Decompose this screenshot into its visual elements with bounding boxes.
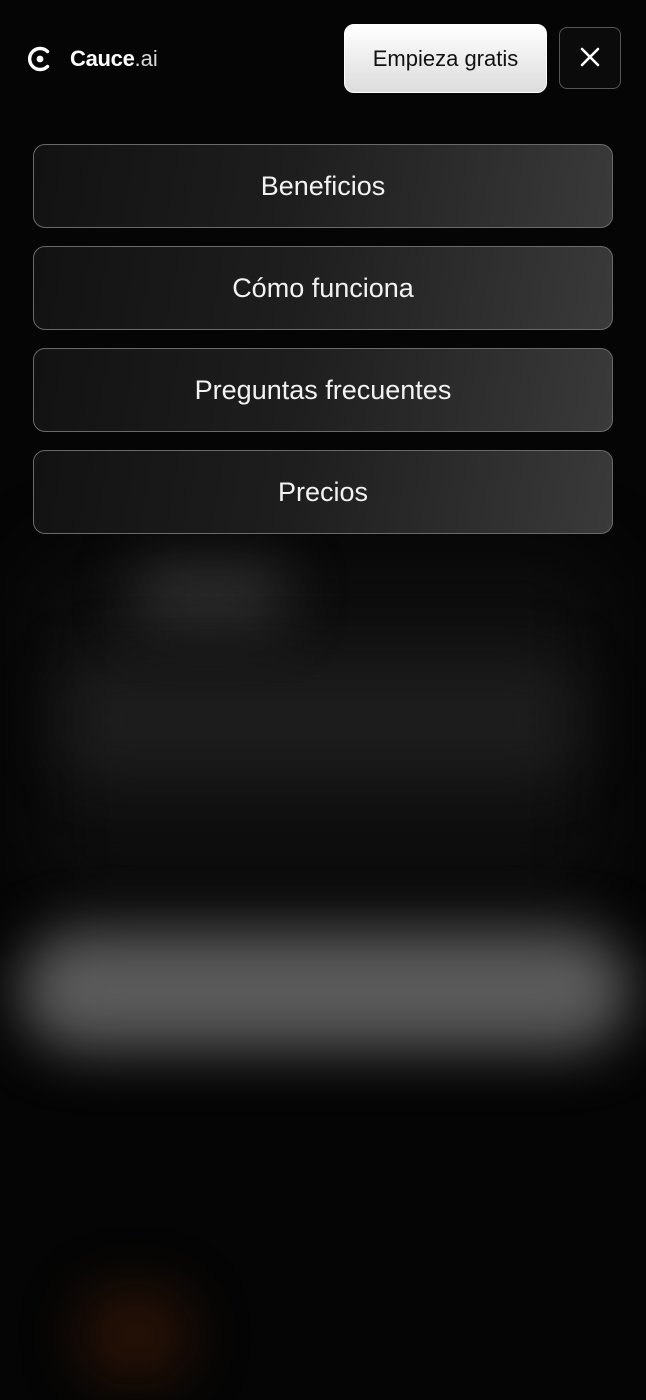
menu-item-preguntas-frecuentes[interactable]: Preguntas frecuentes [33, 348, 613, 432]
brand-logo-link[interactable]: Cauce .ai [26, 42, 158, 76]
menu-item-como-funciona[interactable]: Cómo funciona [33, 246, 613, 330]
brand-name: Cauce [70, 46, 135, 71]
top-bar: Cauce .ai Empieza gratis [0, 0, 646, 120]
blurred-badge [130, 560, 290, 630]
blurred-image [80, 1290, 190, 1380]
close-menu-button[interactable] [559, 27, 621, 89]
menu-item-beneficios[interactable]: Beneficios [33, 144, 613, 228]
blurred-heading [60, 660, 580, 780]
brand-suffix: .ai [134, 46, 158, 71]
mobile-menu: Beneficios Cómo funciona Preguntas frecu… [33, 144, 613, 552]
close-icon [579, 46, 601, 71]
blurred-button [20, 930, 630, 1050]
start-free-button[interactable]: Empieza gratis [344, 24, 547, 93]
cauce-logo-icon [26, 45, 54, 73]
menu-item-precios[interactable]: Precios [33, 450, 613, 534]
